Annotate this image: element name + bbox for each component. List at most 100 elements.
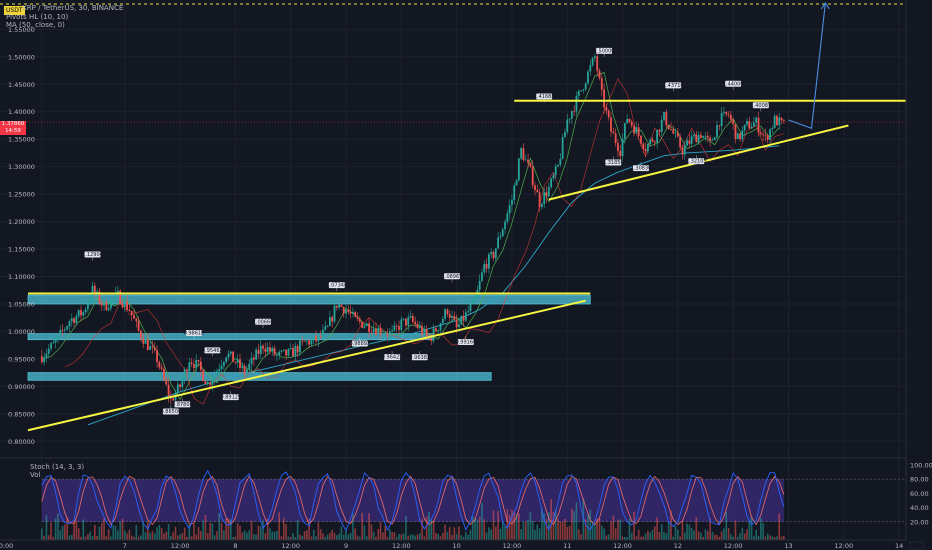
- candle-body: [709, 137, 712, 141]
- volume-bar: [776, 536, 778, 540]
- volume-bar: [70, 534, 73, 540]
- candle-body: [780, 117, 783, 121]
- candle-body: [112, 298, 115, 300]
- volume-bar: [485, 532, 488, 540]
- volume-bar: [725, 511, 728, 540]
- candle-body: [303, 340, 306, 342]
- volume-bar: [499, 528, 502, 540]
- candle-body: [156, 349, 158, 362]
- candle-body: [50, 343, 52, 349]
- candle-body: [432, 328, 435, 341]
- symbol-title[interactable]: XRP / TetherUS, 30, BINANCE: [22, 4, 123, 12]
- candle-body: [354, 312, 357, 317]
- candle-body: [398, 326, 400, 331]
- volume-bar: [45, 515, 48, 540]
- pivot-label: 1.44000: [723, 81, 744, 87]
- pivot-label: 1.50000: [594, 48, 615, 54]
- candle-body: [365, 323, 368, 326]
- volume-bar: [421, 518, 423, 540]
- volume-bar: [435, 533, 437, 540]
- volume-bar: [418, 533, 421, 540]
- candle-body: [464, 312, 467, 321]
- volume-bar: [628, 518, 631, 540]
- volume-bar: [167, 524, 170, 540]
- volume-bar: [135, 525, 138, 540]
- volume-bar: [488, 527, 490, 540]
- volume-label[interactable]: Vol: [30, 471, 40, 479]
- pivot-label: 1.12904: [82, 252, 103, 258]
- candle-body: [481, 272, 483, 281]
- volume-bar: [513, 511, 516, 540]
- volume-bar: [100, 522, 103, 540]
- candle-body: [361, 321, 364, 328]
- volume-bar: [568, 525, 571, 540]
- candle-body: [250, 357, 253, 364]
- volume-bar: [87, 534, 89, 540]
- volume-bar: [531, 520, 534, 540]
- volume-bar: [748, 520, 751, 540]
- volume-bar: [467, 534, 469, 540]
- candle-body: [605, 107, 608, 111]
- volume-bar: [492, 510, 495, 540]
- volume-bar: [716, 535, 718, 540]
- volume-bar: [469, 529, 472, 540]
- candle-body: [640, 135, 642, 144]
- volume-bar: [73, 521, 75, 540]
- candle-body: [587, 71, 589, 84]
- volume-bar: [282, 517, 285, 540]
- volume-bar: [769, 535, 771, 540]
- volume-bar: [407, 535, 410, 540]
- volume-bar: [757, 535, 760, 540]
- volume-bar: [577, 529, 580, 540]
- volume-bar: [506, 509, 509, 540]
- time-tick-label: 0:00: [0, 542, 13, 550]
- candle-body: [356, 316, 359, 319]
- candle-body: [243, 366, 246, 375]
- volume-bar: [573, 510, 575, 540]
- volume-bar: [128, 529, 131, 540]
- time-tick-label: 8: [233, 542, 237, 550]
- candle-body: [402, 318, 405, 320]
- volume-bar: [455, 534, 458, 540]
- price-chart[interactable]: 1.12904 0.86506 0.98610 0.95462 0.87808 0.891…: [0, 0, 932, 550]
- candle-body: [617, 143, 619, 152]
- pivot-label: 1.30830: [631, 166, 652, 172]
- pivots-indicator-label[interactable]: Pivots HL (10, 10): [6, 13, 68, 21]
- candle-body: [713, 137, 716, 141]
- volume-bar: [561, 521, 564, 540]
- ma-indicator-label[interactable]: MA (50, close, 0): [6, 21, 65, 29]
- volume-bar: [658, 531, 661, 540]
- candle-body: [405, 318, 407, 326]
- candle-body: [294, 345, 297, 357]
- candle-body: [534, 185, 536, 190]
- candle-body: [732, 119, 735, 125]
- volume-bar: [527, 519, 529, 540]
- candle-body: [739, 133, 741, 140]
- candle-body: [755, 117, 758, 123]
- volume-bar: [656, 517, 658, 540]
- price-tick-label: 1.45000: [8, 81, 35, 89]
- volume-bar: [147, 521, 149, 540]
- candle-body: [630, 121, 633, 126]
- volume-bar: [391, 532, 393, 540]
- candle-body: [513, 185, 516, 201]
- volume-bar: [414, 535, 416, 540]
- volume-bar: [319, 529, 322, 540]
- candle-body: [434, 328, 437, 332]
- candle-body: [430, 338, 433, 341]
- price-tick-label: 0.95000: [8, 355, 35, 363]
- candle-body: [407, 317, 410, 326]
- candle-body: [603, 89, 606, 108]
- time-tick-label: 12: [674, 542, 682, 550]
- volume-bar: [412, 534, 414, 540]
- volume-bar: [382, 532, 384, 540]
- volume-bar: [409, 534, 412, 540]
- volume-bar: [601, 525, 603, 540]
- price-tick-label: 1.25000: [8, 191, 35, 199]
- candle-body: [342, 306, 345, 314]
- candle-body: [144, 339, 147, 344]
- stoch-label[interactable]: Stoch (14, 3, 3): [30, 463, 84, 471]
- candle-body: [386, 334, 389, 336]
- candle-body: [121, 304, 124, 308]
- candle-body: [716, 125, 718, 138]
